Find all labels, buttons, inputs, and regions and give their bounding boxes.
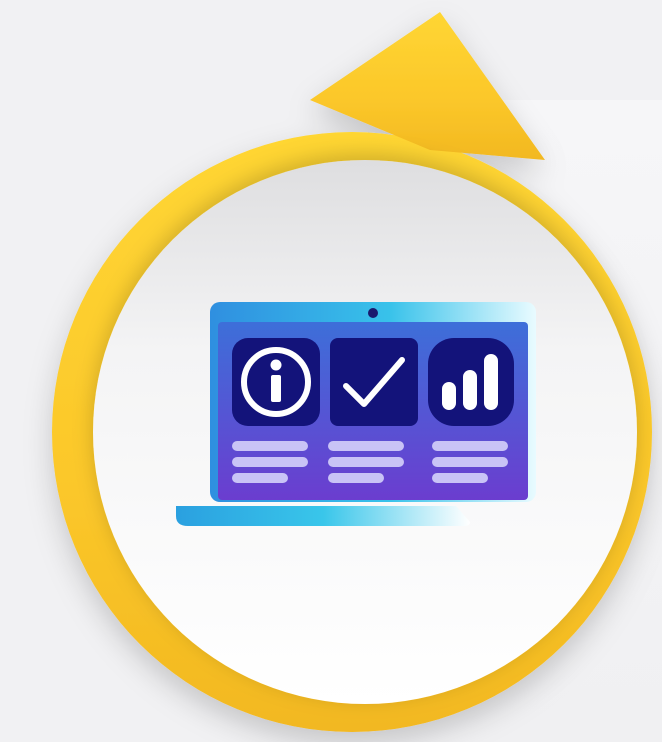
badge-illustration xyxy=(52,12,652,732)
illustration-stage xyxy=(0,0,662,742)
bars-tile xyxy=(428,338,514,426)
info-tile xyxy=(232,338,320,426)
laptop-icon xyxy=(176,302,536,526)
check-tile xyxy=(330,338,418,426)
camera-icon xyxy=(368,308,378,318)
laptop-base xyxy=(176,506,470,526)
